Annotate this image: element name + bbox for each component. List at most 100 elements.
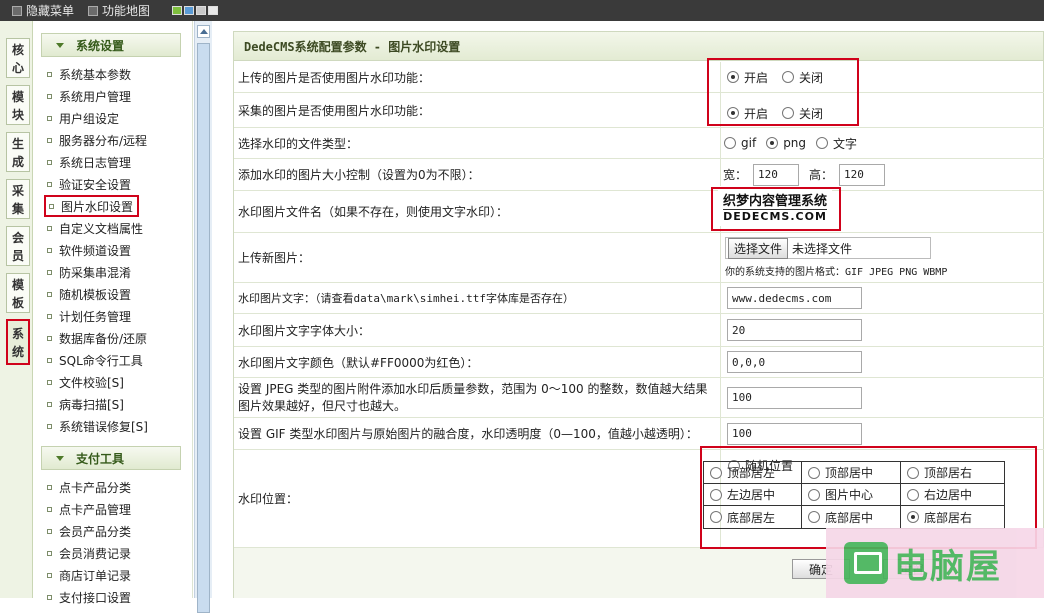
no-file-text: 未选择文件 (792, 241, 853, 256)
sidebar-item[interactable]: 随机模板设置 (47, 284, 131, 304)
type-gif-radio[interactable]: gif (724, 136, 756, 150)
sidebar-item[interactable]: 系统错误修复[S] (47, 416, 148, 436)
row-label: 添加水印的图片大小控制（设置为0为不限）： (234, 159, 721, 190)
choose-file-button[interactable]: 选择文件 (728, 237, 789, 259)
position-option[interactable]: 底部居中 (802, 506, 901, 528)
sidebar-item[interactable]: 系统用户管理 (47, 86, 131, 106)
row-label: 设置 JPEG 类型的图片附件添加水印后质量参数，范围为 0～100 的整数，数… (234, 378, 721, 417)
position-grid: 顶部居左 顶部居中 顶部居右左边居中 图片中心 右边居中底部居左 底部居中 底部居右 (703, 461, 1005, 529)
jpeg-quality-input[interactable]: 100 (727, 386, 862, 409)
sidebar-item[interactable]: 防采集串混淆 (47, 262, 131, 282)
scroll-up-icon[interactable] (197, 25, 210, 38)
bullet-icon (47, 247, 52, 253)
collect-wm-off-radio[interactable]: 关闭 (782, 105, 823, 122)
sidebar-item[interactable]: SQL命令行工具 (47, 350, 143, 370)
sidebar-item[interactable]: 数据库备份/还原 (47, 328, 147, 348)
row-label: 水印位置： (234, 450, 721, 547)
sidebar-item[interactable]: 商店订单记录 (47, 565, 131, 585)
height-input[interactable]: 120 (839, 163, 886, 186)
site-map-button[interactable]: 功能地图 (88, 2, 150, 19)
watermark-text-input[interactable]: www.dedecms.com (727, 287, 862, 309)
rail-tab-module[interactable]: 模块 (6, 85, 30, 125)
sidebar-item[interactable]: 点卡产品分类 (47, 477, 131, 497)
sidebar-item[interactable]: 支付接口设置 (47, 587, 131, 607)
menu-icon (12, 5, 22, 16)
bullet-icon (47, 181, 52, 187)
rail-tab-core[interactable]: 核心 (6, 38, 30, 78)
rail-tab-collect[interactable]: 采集 (6, 179, 30, 219)
bullet-icon (47, 137, 52, 143)
sidebar-item[interactable]: 系统基本参数 (47, 64, 131, 84)
sidebar-item[interactable]: 验证安全设置 (47, 174, 131, 194)
bullet-icon (47, 225, 52, 231)
skin-green[interactable] (172, 6, 183, 15)
sidebar-item[interactable]: 点卡产品管理 (47, 499, 131, 519)
font-size-input[interactable]: 20 (727, 319, 862, 341)
panel-title: DedeCMS系统配置参数 - 图片水印设置 (234, 32, 1043, 61)
bullet-icon (47, 313, 52, 319)
sidebar-item[interactable]: 服务器分布/远程 (47, 130, 147, 150)
sidebar-item[interactable]: 自定义文档属性 (47, 218, 143, 238)
rail-tab-generate[interactable]: 生成 (6, 132, 30, 172)
skin-gray[interactable] (196, 6, 207, 15)
sidebar-item[interactable]: 文件校验[S] (47, 372, 124, 392)
position-option[interactable]: 顶部居中 (802, 462, 901, 484)
row-upload-watermark: 上传的图片是否使用图片水印功能： 开启 关闭 (234, 62, 1044, 93)
sidebar-scrollbar[interactable] (194, 21, 212, 613)
bullet-icon (47, 71, 52, 77)
bullet-icon (47, 484, 52, 490)
top-toolbar: 隐藏菜单 功能地图 (0, 0, 1044, 21)
position-option[interactable]: 底部居右 (901, 506, 1004, 528)
radio-icon (727, 107, 739, 119)
height-label: 高： (809, 168, 834, 182)
sidebar-item[interactable]: 用户组设定 (47, 108, 119, 128)
type-text-radio[interactable]: 文字 (816, 135, 857, 152)
rail-tab-template[interactable]: 模板 (6, 273, 30, 313)
sidebar-item[interactable]: 计划任务管理 (47, 306, 131, 326)
row-collect-watermark: 采集的图片是否使用图片水印功能： 开启 关闭 (234, 93, 1044, 128)
sidebar-item[interactable]: 系统日志管理 (47, 152, 131, 172)
rail-tab-system[interactable]: 系统 (6, 319, 30, 365)
position-option[interactable]: 右边居中 (901, 484, 1004, 506)
row-watermark-text: 水印图片文字：（请查看data\mark\simhei.ttf字体库是否存在） … (234, 283, 1044, 314)
bullet-icon (47, 269, 52, 275)
upload-wm-on-radio[interactable]: 开启 (727, 69, 768, 86)
row-label: 水印图片文字字体大小： (234, 314, 721, 346)
radio-icon (727, 71, 739, 83)
bullet-icon (47, 594, 52, 600)
sidebar: 系统设置 系统基本参数 系统用户管理 用户组设定 服务器分布/远程 系统日志管理 验证安全… (33, 21, 193, 605)
row-jpeg-quality: 设置 JPEG 类型的图片附件添加水印后质量参数，范围为 0～100 的整数，数… (234, 378, 1044, 418)
type-png-radio[interactable]: png (766, 136, 806, 150)
position-option[interactable]: 顶部居左 (704, 462, 802, 484)
position-option[interactable]: 底部居左 (704, 506, 802, 528)
rail-tab-member[interactable]: 会员 (6, 226, 30, 266)
upload-wm-off-radio[interactable]: 关闭 (782, 69, 823, 86)
position-option[interactable]: 左边居中 (704, 484, 802, 506)
sidebar-item[interactable]: 软件频道设置 (47, 240, 131, 260)
row-font-size: 水印图片文字字体大小： 20 (234, 314, 1044, 347)
section-header-system[interactable]: 系统设置 (41, 33, 181, 57)
skin-white[interactable] (208, 6, 219, 15)
supported-formats: 你的系统支持的图片格式：GIF JPEG PNG WBMP (725, 267, 948, 278)
sidebar-item[interactable]: 病毒扫描[S] (47, 394, 124, 414)
scroll-thumb[interactable] (197, 43, 210, 613)
collect-wm-on-radio[interactable]: 开启 (727, 105, 768, 122)
skin-blue[interactable] (184, 6, 195, 15)
sidebar-item[interactable]: 会员产品分类 (47, 521, 131, 541)
radio-icon (782, 107, 795, 119)
radio-icon (766, 137, 779, 149)
radio-icon (907, 466, 919, 479)
width-input[interactable]: 120 (753, 163, 800, 186)
row-watermark-file: 水印图片文件名（如果不存在，则使用文字水印）： (234, 191, 1044, 233)
font-color-input[interactable]: 0,0,0 (727, 351, 862, 373)
sidebar-item[interactable]: 会员消费记录 (47, 543, 131, 563)
sidebar-item[interactable]: 图片水印设置 (44, 195, 140, 217)
bullet-icon (47, 93, 52, 99)
hide-menu-button[interactable]: 隐藏菜单 (12, 2, 74, 19)
gif-opacity-input[interactable]: 100 (727, 422, 862, 445)
radio-icon (782, 71, 795, 83)
radio-icon (808, 466, 820, 479)
position-option[interactable]: 顶部居右 (901, 462, 1004, 484)
section-header-payment[interactable]: 支付工具 (41, 446, 181, 470)
position-option[interactable]: 图片中心 (802, 484, 901, 506)
